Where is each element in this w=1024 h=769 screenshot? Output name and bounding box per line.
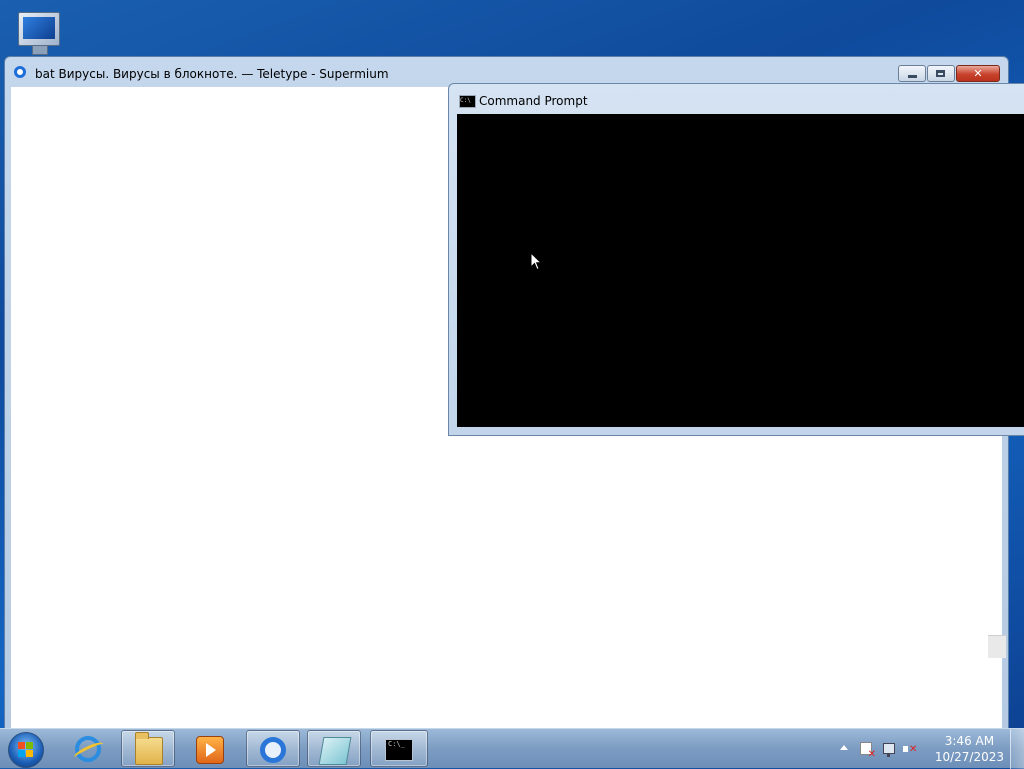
taskbar-internet-explorer[interactable] <box>62 730 116 767</box>
show-desktop-button[interactable] <box>1010 729 1024 769</box>
folder-icon <box>135 732 163 765</box>
clock[interactable]: 3:46 AM 10/27/2023 <box>935 733 1004 765</box>
taskbar-file-explorer[interactable] <box>121 730 175 767</box>
supermium-icon <box>14 66 26 78</box>
taskbar-notepad[interactable] <box>307 730 361 767</box>
scrollbar-fragment[interactable] <box>988 635 1006 658</box>
window-controls: ✕ <box>898 65 1000 82</box>
minimize-button[interactable] <box>898 65 926 82</box>
cmd-title: Command Prompt <box>479 94 588 108</box>
console-area[interactable] <box>457 114 1024 427</box>
action-center-icon[interactable] <box>858 741 876 760</box>
taskbar-supermium[interactable] <box>246 730 300 767</box>
supermium-icon <box>260 737 286 763</box>
taskbar-media-player[interactable] <box>183 730 237 767</box>
close-button[interactable]: ✕ <box>956 65 1000 82</box>
browser-title: bat Вирусы. Вирусы в блокноте. — Teletyp… <box>35 67 389 81</box>
windows-logo-icon <box>18 742 34 758</box>
command-prompt-icon: C:\_ <box>385 739 413 761</box>
volume-muted-icon[interactable] <box>902 741 918 757</box>
show-hidden-icons-icon[interactable] <box>840 745 848 750</box>
notepad-icon <box>318 737 352 765</box>
computer-desktop-icon[interactable] <box>14 8 64 56</box>
taskbar-command-prompt[interactable]: C:\_ <box>370 730 428 767</box>
system-tray: 3:46 AM 10/27/2023 <box>834 729 1024 769</box>
clock-date: 10/27/2023 <box>934 750 1004 764</box>
monitor-icon <box>18 12 60 46</box>
maximize-button[interactable] <box>927 65 955 82</box>
start-button[interactable] <box>8 732 44 768</box>
clock-time: 3:46 AM <box>944 734 995 748</box>
media-player-icon <box>196 736 224 764</box>
taskbar: C:\_ 3:46 AM 10/27/2023 <box>0 728 1024 769</box>
cmd-icon: C:\ <box>459 95 476 108</box>
network-icon[interactable] <box>880 741 896 757</box>
internet-explorer-icon <box>75 736 101 762</box>
